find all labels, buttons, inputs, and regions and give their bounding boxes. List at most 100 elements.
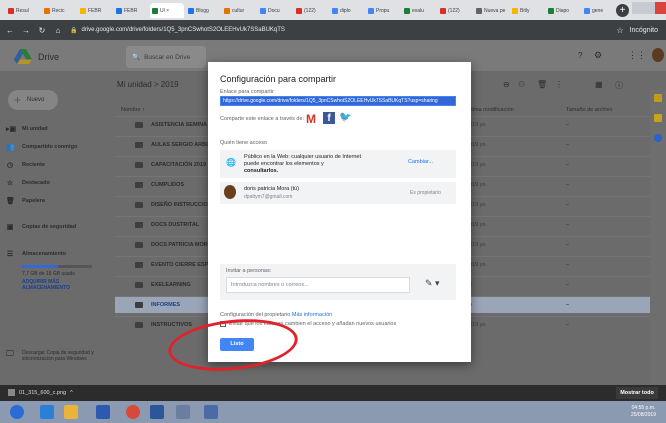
tab-label: cultur [232,7,245,14]
facebook-icon[interactable]: f [323,112,335,124]
storage-used: 7,7 GB de 15 GB usado [22,271,76,277]
sidebar-item-shared[interactable]: 👥 Compartido conmigo [6,140,77,154]
start-icon[interactable] [10,405,24,419]
info-icon[interactable]: ⓘ [615,80,623,91]
share-link-field[interactable]: https://drive.google.com/drive/folders/1… [220,96,456,106]
sidebar-label: Destacado [22,180,50,186]
star-icon[interactable]: ☆ [616,26,623,35]
add-person-icon[interactable]: ⚇ [518,80,525,89]
paint-icon[interactable] [204,405,218,419]
media-icon[interactable] [96,405,110,419]
browser-tab[interactable]: evalu [402,3,436,18]
back-icon[interactable]: ← [4,26,16,35]
pencil-icon[interactable]: ✎ ▾ [425,278,440,289]
more-info-link[interactable]: Más información [292,312,332,318]
avatar[interactable] [652,48,664,62]
column-modified[interactable]: Última modificación [466,107,514,113]
clock-icon: ◷ [6,162,14,169]
maximize-button[interactable] [643,2,655,14]
browser-tab[interactable]: cultur [222,3,256,18]
column-size[interactable]: Tamaño de archivo [566,107,612,113]
browser-tab[interactable]: Recic [42,3,76,18]
file-name: DOCS PATRICIA MOR [151,242,208,248]
share-dialog: Configuración para compartir Enlace para… [208,62,471,362]
sidebar-item-storage[interactable]: ☰ Almacenamiento [6,247,66,261]
show-all-button[interactable]: Mostrar todo [616,387,658,399]
file-size: – [566,242,570,248]
folder-icon [135,122,143,128]
close-window-button[interactable] [654,2,666,14]
file-size: – [566,222,570,228]
browser-tab[interactable]: Propu [366,3,400,18]
browser-tab[interactable]: Bitly [510,3,544,18]
browser-tab[interactable]: (122) [438,3,472,18]
apps-icon[interactable]: ⋮⋮ [628,50,646,61]
sidebar-item-starred[interactable]: ☆ Destacado [6,176,50,190]
tasks-icon[interactable] [654,134,662,142]
sidebar-item-my-drive[interactable]: ▸▣ Mi unidad [6,122,48,136]
tab-favicon-icon [8,7,14,14]
invite-input[interactable]: Introduzca nombres o correos... [226,277,410,293]
browser-tab[interactable]: diplo [330,3,364,18]
keep-icon[interactable] [654,114,662,122]
file-name: INFORMES [151,302,181,308]
reload-icon[interactable]: ↻ [36,26,48,35]
more-icon[interactable]: ⋮ [555,80,563,89]
ie-icon[interactable] [40,405,54,419]
gmail-icon[interactable]: M [306,112,316,126]
folder-icon [135,302,143,308]
explorer-icon[interactable] [64,405,78,419]
browser-tab[interactable]: Resul [6,3,40,18]
backup-icon: ▣ [6,224,14,231]
browser-tab[interactable]: FEBR [114,3,148,18]
buy-storage-link[interactable]: ADQUIRIR MÁS ALMACENAMIENTO [22,279,92,291]
clock-date: 25/08/2019 [630,412,656,418]
sidebar-label: Mi unidad [22,126,48,132]
browser-tab[interactable]: Diapo [546,3,580,18]
word-icon[interactable] [150,405,164,419]
who-access-label: Quién tiene acceso [220,140,268,146]
link-icon[interactable]: ⊖ [503,80,510,89]
owner-role: Es propietario [410,190,441,196]
chevron-up-icon[interactable]: ^ [70,390,73,396]
file-name: AULAS SERGIO ARBOL [151,142,214,148]
help-icon[interactable]: ? [578,51,582,60]
home-icon[interactable]: ⌂ [52,26,64,35]
twitter-icon[interactable]: 🐦 [339,112,351,123]
tab-label: FEBR [124,7,138,14]
tab-label: Diapo [556,7,570,14]
browser-tab[interactable]: gene [582,3,616,18]
search-input[interactable]: 🔍 Buscar en Drive [126,46,206,68]
browser-tab[interactable]: Nueva pe [474,3,508,18]
change-access-link[interactable]: Cambiar... [408,159,433,165]
browser-tab[interactable]: Blogg [186,3,220,18]
browser-tab[interactable]: Docu [258,3,292,18]
browser-tab[interactable]: FEBR [78,3,112,18]
minimize-button[interactable] [632,2,644,14]
delete-icon[interactable]: 🗑 [537,80,547,89]
snip-icon[interactable] [176,405,190,419]
browser-tab[interactable]: (122) [294,3,328,18]
sidebar-label: Almacenamiento [22,251,67,257]
breadcrumb[interactable]: Mi unidad > 2019 [117,80,179,89]
calendar-icon[interactable] [654,94,662,102]
new-button[interactable]: + Nuevo [8,90,58,110]
sidebar-item-recent[interactable]: ◷ Reciente [6,158,45,172]
browser-tab[interactable]: Ul × [150,3,184,18]
new-tab-button[interactable]: + [616,4,629,17]
owner-avatar [224,185,236,199]
grid-view-icon[interactable]: ▦ [595,80,603,89]
download-item[interactable]: 01_315_600_c.png ^ [8,389,73,396]
url-field[interactable]: 🔒 drive.google.com/drive/folders/1Q5_3pn… [70,23,600,37]
tab-label: Ul × [160,7,170,14]
backup-promo[interactable]: Descargar Copia de seguridad y sincroniz… [22,350,102,362]
chrome-icon[interactable] [126,405,140,419]
sidebar-item-trash[interactable]: 🗑 Papelera [6,194,45,208]
sidebar-item-backups[interactable]: ▣ Copias de seguridad [6,220,76,234]
tab-favicon-icon [548,7,554,14]
column-name[interactable]: Nombre ↑ [121,107,145,113]
settings-icon[interactable]: ⚙ [594,50,602,61]
file-name: CUMPLIDOS [151,182,184,188]
download-filename: 01_315_600_c.png [19,389,67,396]
forward-icon[interactable]: → [20,26,32,35]
